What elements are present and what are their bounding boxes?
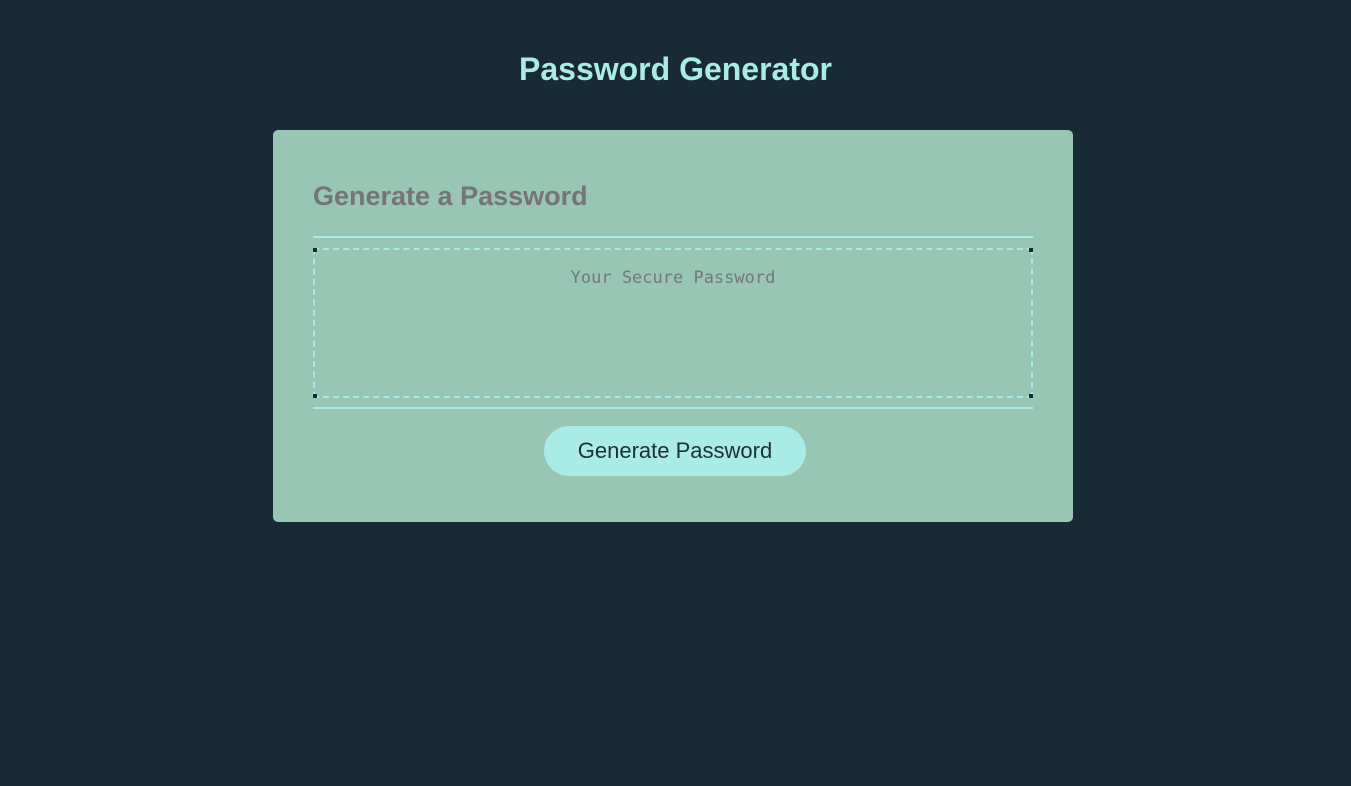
password-card: Generate a Password Generate Password	[273, 130, 1073, 522]
textarea-corner-marker	[313, 248, 317, 252]
generate-password-button[interactable]: Generate Password	[544, 426, 806, 476]
page-title: Password Generator	[519, 51, 832, 87]
textarea-corner-marker	[313, 394, 317, 398]
card-footer-divider	[313, 407, 1033, 409]
textarea-corner-marker	[1029, 248, 1033, 252]
password-output-textarea[interactable]	[313, 248, 1033, 398]
card-header: Generate a Password	[313, 178, 1033, 238]
textarea-corner-marker	[1029, 394, 1033, 398]
card-heading: Generate a Password	[313, 181, 588, 211]
